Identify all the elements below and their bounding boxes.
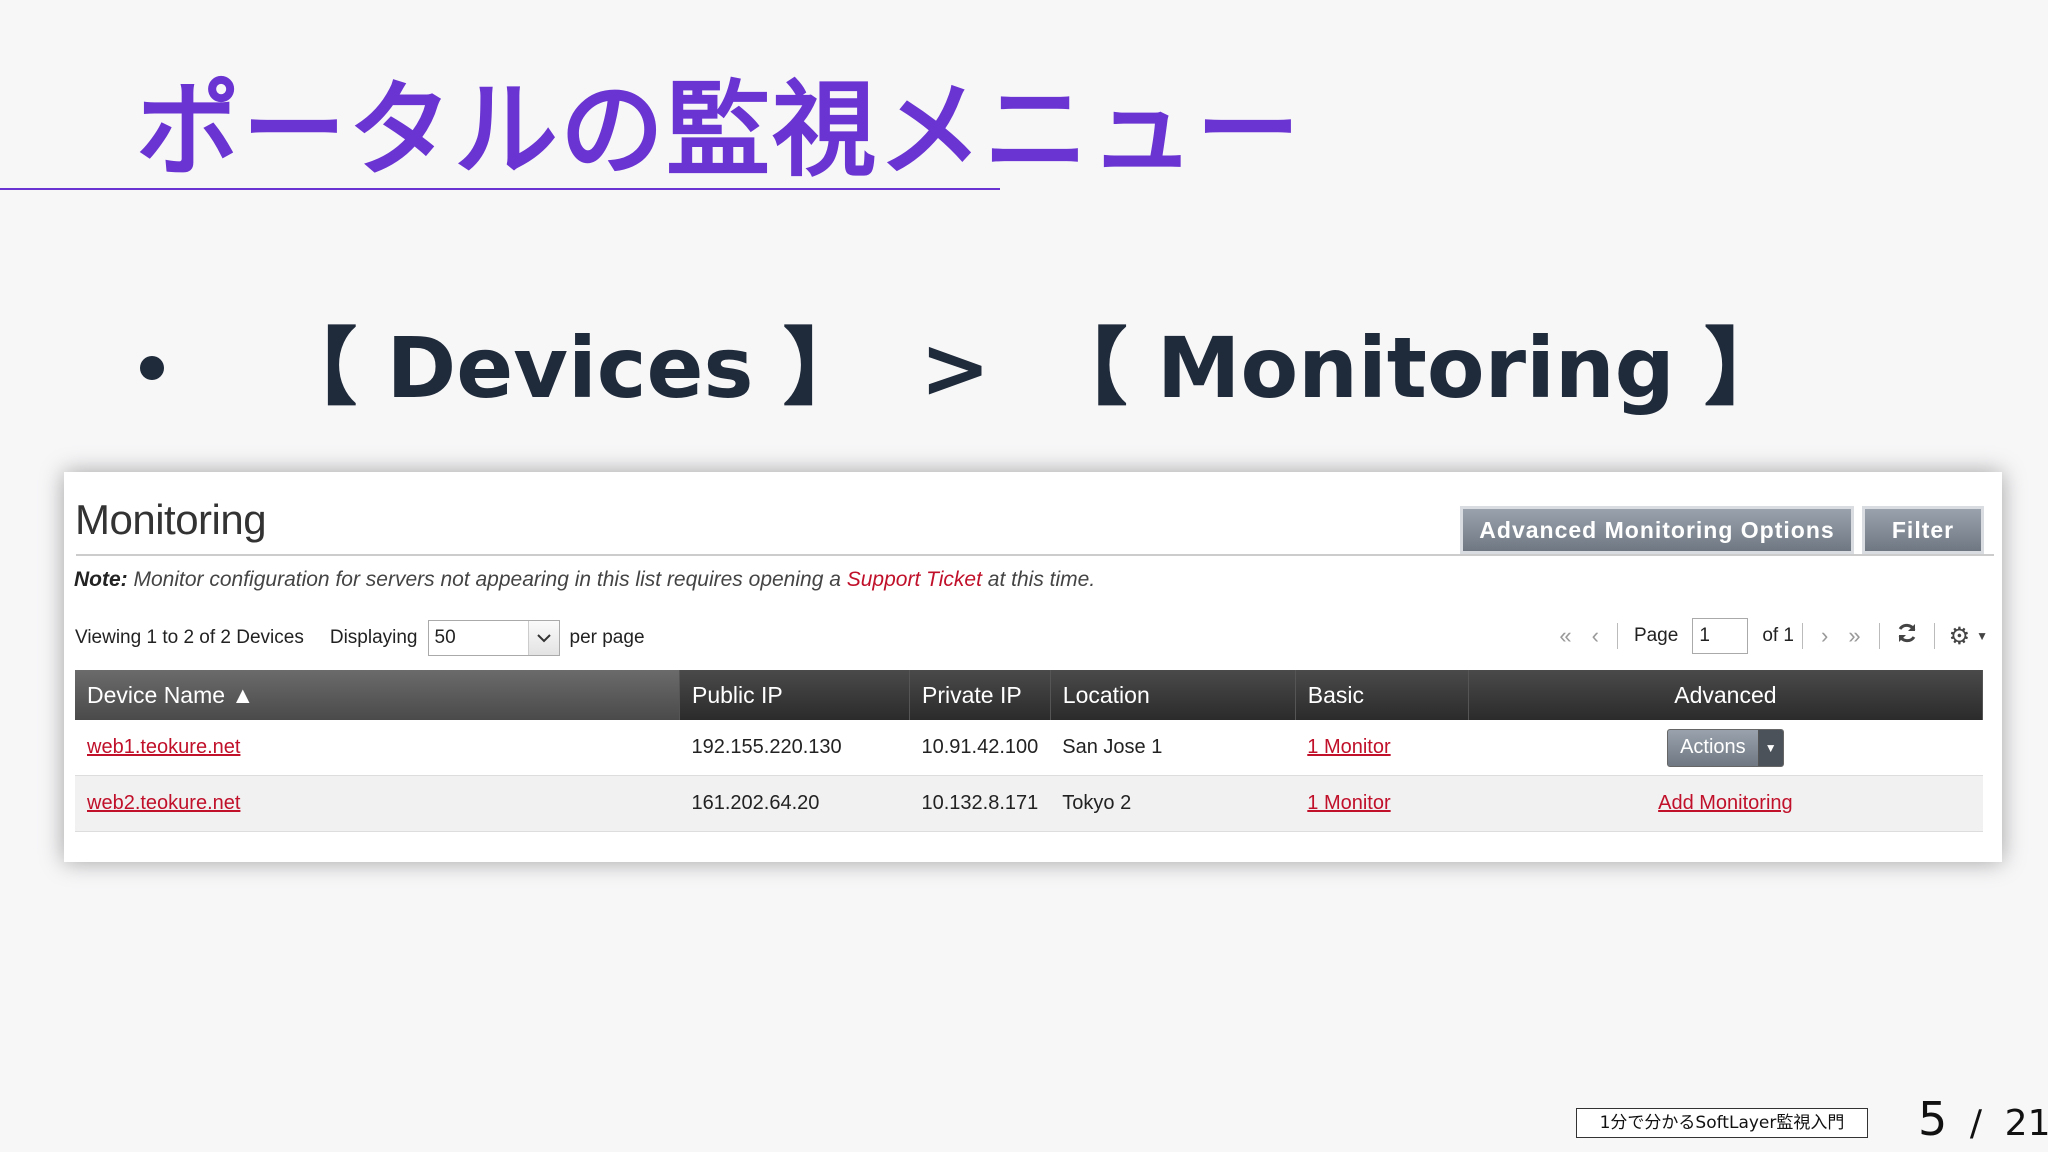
basic-monitor-link[interactable]: 1 Monitor [1307,792,1390,814]
refresh-icon[interactable] [1888,622,1926,650]
breadcrumb-separator: > [920,319,991,417]
toolbar-separator [1878,623,1880,649]
footer-badge: 1分で分かるSoftLayer監視入門 [1576,1108,1868,1138]
per-page-select[interactable]: 50 [427,620,560,656]
toolbar-separator [1616,623,1618,649]
toolbar-separator [1933,623,1935,649]
location-cell: Tokyo 2 [1050,775,1296,832]
caret-down-icon[interactable]: ▼ [1976,629,1988,643]
page-label: Page [1633,625,1679,646]
devices-table: Device Name ▲ Public IP Private IP Locat… [75,670,1984,832]
device-link[interactable]: web1.teokure.net [87,736,240,758]
column-public-ip[interactable]: Public IP [679,670,910,720]
private-ip-cell: 10.132.8.171 [909,775,1051,832]
public-ip-cell: 192.155.220.130 [679,720,910,776]
private-ip-cell: 10.91.42.100 [909,720,1051,776]
page-of-total: of 1 [1762,625,1795,646]
next-page-icon[interactable]: › [1811,623,1838,649]
column-private-ip[interactable]: Private IP [909,670,1051,720]
column-advanced[interactable]: Advanced [1468,670,1984,720]
per-page-value: 50 [434,627,456,648]
toolbar-separator [1802,623,1804,649]
gear-icon[interactable]: ⚙ [1943,622,1977,651]
support-ticket-link[interactable]: Support Ticket [847,568,982,591]
advanced-monitoring-options-button[interactable]: Advanced Monitoring Options [1460,506,1854,554]
breadcrumb-monitoring: 【 Monitoring 】 [1043,319,1789,417]
bullet-dot-icon [140,356,164,381]
pagination-toolbar: « ‹ Page 1 of 1 › » ⚙ ▼ [1549,618,1988,654]
page-number-input[interactable]: 1 [1692,618,1749,654]
page-total: 21 [2004,1103,2048,1144]
actions-button[interactable]: Actions ▼ [1667,728,1784,767]
basic-monitor-link[interactable]: 1 Monitor [1307,736,1390,758]
add-monitoring-link[interactable]: Add Monitoring [1658,792,1793,814]
viewing-count: Viewing 1 to 2 of 2 Devices [75,627,304,648]
bullet-breadcrumb: 【 Devices 】 > 【 Monitoring 】 [140,318,1788,418]
actions-label: Actions [1680,735,1746,758]
caret-down-icon[interactable]: ▼ [1757,729,1783,766]
device-link[interactable]: web2.teokure.net [87,792,240,814]
filter-button[interactable]: Filter [1862,506,1984,554]
note-body-after: at this time. [981,568,1096,591]
monitoring-panel: Monitoring Advanced Monitoring Options F… [64,472,2002,862]
chevron-down-icon[interactable] [527,621,559,655]
public-ip-cell: 161.202.64.20 [679,775,910,832]
note-label: Note: [74,568,128,591]
panel-title: Monitoring [75,496,267,543]
location-cell: San Jose 1 [1050,720,1296,776]
page-separator: / [1969,1103,1983,1144]
list-toolbar-left: Viewing 1 to 2 of 2 Devices Displaying 5… [75,620,645,656]
breadcrumb-devices: 【 Devices 】 [273,319,867,417]
column-device-name[interactable]: Device Name ▲ [75,670,680,720]
last-page-icon[interactable]: » [1838,623,1870,649]
displaying-label: Displaying [329,627,418,648]
slide-title: ポータルの監視メニュー [136,69,1303,191]
page-current: 5 [1918,1092,1948,1146]
page-number: 5 / 21 [1918,1092,2048,1146]
header-divider [76,554,1994,556]
table-row: web1.teokure.net 192.155.220.130 10.91.4… [75,720,1983,776]
table-row: web2.teokure.net 161.202.64.20 10.132.8.… [75,775,1983,832]
per-page-label: per page [569,627,645,648]
first-page-icon[interactable]: « [1549,623,1581,649]
column-basic[interactable]: Basic [1295,670,1469,720]
prev-page-icon[interactable]: ‹ [1582,623,1609,649]
title-underline [0,188,1000,190]
table-header-row: Device Name ▲ Public IP Private IP Locat… [75,670,1984,720]
column-location[interactable]: Location [1050,670,1296,720]
note-text: Note: Monitor configuration for servers … [74,568,1095,592]
note-body-before: Monitor configuration for servers not ap… [127,568,847,591]
